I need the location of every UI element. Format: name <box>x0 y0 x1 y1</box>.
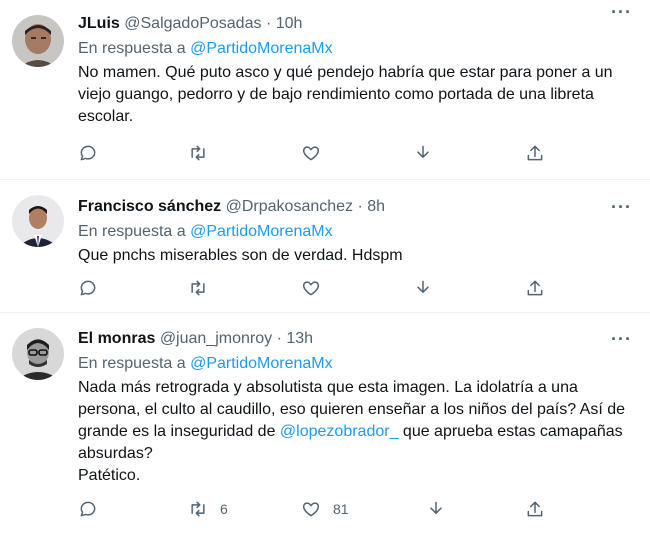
display-name[interactable]: JLuis <box>78 15 120 32</box>
like-button[interactable] <box>301 143 321 163</box>
action-bar: 6 81 <box>78 499 570 523</box>
download-button[interactable] <box>413 143 433 163</box>
retweet-icon <box>191 501 205 517</box>
display-name[interactable]: Francisco sánchez <box>78 198 221 215</box>
separator-dot: · <box>357 198 363 215</box>
share-button[interactable] <box>525 143 545 163</box>
reply-prefix: En respuesta a <box>78 355 186 372</box>
timestamp[interactable]: 13h <box>286 330 313 347</box>
heart-icon <box>302 502 320 517</box>
avatar-photo <box>12 15 64 67</box>
action-bar <box>78 143 570 167</box>
reply-context: En respuesta a @PartidoMorenaMx <box>78 222 636 242</box>
download-icon <box>417 280 429 293</box>
mention-link[interactable]: @lopezobrador_ <box>280 423 399 440</box>
download-icon <box>430 501 442 514</box>
reply-icon <box>80 145 96 161</box>
avatar[interactable] <box>12 328 64 380</box>
reply-mention-link[interactable]: @PartidoMorenaMx <box>190 223 333 240</box>
retweet-icon <box>191 145 205 161</box>
download-icon <box>417 145 429 158</box>
tweet-header: JLuis @SalgadoPosadas · 10h <box>78 14 636 34</box>
tweet-text: Que pnchs miserables son de verdad. Hdsp… <box>78 247 403 264</box>
reply-prefix: En respuesta a <box>78 223 186 240</box>
reply-button[interactable] <box>78 499 98 519</box>
reply-mention-link[interactable]: @PartidoMorenaMx <box>190 40 333 57</box>
user-handle[interactable]: @juan_jmonroy <box>160 330 272 347</box>
more-icon[interactable]: ··· <box>611 329 632 350</box>
reply-prefix: En respuesta a <box>78 40 186 57</box>
more-icon[interactable]: ··· <box>611 197 632 218</box>
timestamp[interactable]: 8h <box>367 198 385 215</box>
tweet-text: No mamen. Qué puto asco y qué pendejo ha… <box>78 64 613 125</box>
like-count: 81 <box>333 501 349 517</box>
like-button[interactable] <box>301 278 321 298</box>
share-icon <box>527 501 543 517</box>
tweet[interactable]: El monras @juan_jmonroy · 13h En respues… <box>0 313 650 540</box>
share-button[interactable] <box>525 499 545 519</box>
tweet-header: El monras @juan_jmonroy · 13h <box>78 329 636 349</box>
reply-button[interactable] <box>78 278 98 298</box>
tweet-text: Nada más retrograda y absolutista que es… <box>78 377 636 487</box>
tweet-text-part: Patético. <box>78 467 141 484</box>
like-button[interactable]: 81 <box>301 499 349 519</box>
heart-icon <box>302 146 320 161</box>
retweet-button[interactable] <box>188 143 208 163</box>
reply-mention-link[interactable]: @PartidoMorenaMx <box>190 355 333 372</box>
reply-context: En respuesta a @PartidoMorenaMx <box>78 39 636 59</box>
display-name[interactable]: El monras <box>78 330 155 347</box>
reply-icon <box>80 501 96 517</box>
share-button[interactable] <box>525 278 545 298</box>
avatar-photo <box>12 328 64 380</box>
heart-icon <box>302 281 320 296</box>
action-bar <box>78 278 570 302</box>
retweet-button[interactable]: 6 <box>188 499 228 519</box>
reply-context: En respuesta a @PartidoMorenaMx <box>78 354 636 374</box>
download-button[interactable] <box>426 499 446 519</box>
tweet[interactable]: JLuis @SalgadoPosadas · 10h En respuesta… <box>0 0 650 180</box>
reply-button[interactable] <box>78 143 98 163</box>
separator-dot: · <box>276 330 282 347</box>
user-handle[interactable]: @SalgadoPosadas <box>124 15 261 32</box>
share-icon <box>527 145 543 161</box>
download-button[interactable] <box>413 278 433 298</box>
share-icon <box>527 280 543 296</box>
tweet-header: Francisco sánchez @Drpakosanchez · 8h <box>78 197 636 217</box>
avatar-photo <box>12 195 64 247</box>
timestamp[interactable]: 10h <box>276 15 303 32</box>
avatar[interactable] <box>12 15 64 67</box>
user-handle[interactable]: @Drpakosanchez <box>226 198 353 215</box>
retweet-count: 6 <box>220 501 228 517</box>
retweet-icon <box>191 280 205 296</box>
avatar[interactable] <box>12 195 64 247</box>
retweet-button[interactable] <box>188 278 208 298</box>
more-icon[interactable]: ··· <box>611 2 632 23</box>
tweet[interactable]: Francisco sánchez @Drpakosanchez · 8h En… <box>0 180 650 313</box>
reply-icon <box>80 280 96 296</box>
separator-dot: · <box>265 15 272 32</box>
